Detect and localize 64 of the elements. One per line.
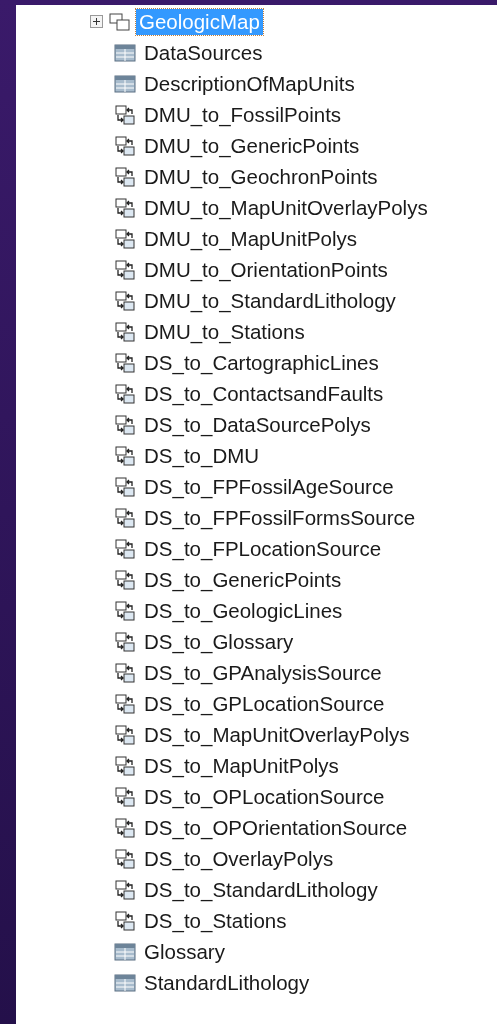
tree-item[interactable]: DMU_to_FossilPoints bbox=[141, 101, 345, 128]
tree-item[interactable]: DS_to_ContactsandFaults bbox=[141, 380, 387, 407]
relationship-icon bbox=[114, 507, 136, 528]
tree-item[interactable]: DMU_to_MapUnitOverlayPolys bbox=[141, 194, 431, 221]
tree-item[interactable]: DescriptionOfMapUnits bbox=[141, 70, 358, 97]
relationship-icon bbox=[114, 414, 136, 435]
tree-item[interactable]: DS_to_GPAnalysisSource bbox=[141, 659, 385, 686]
tree-item[interactable]: DS_to_OPLocationSource bbox=[141, 783, 388, 810]
tree-item[interactable]: DS_to_Glossary bbox=[141, 628, 297, 655]
relationship-icon bbox=[114, 104, 136, 125]
relationship-icon bbox=[114, 786, 136, 807]
relationship-icon bbox=[114, 352, 136, 373]
relationship-icon bbox=[114, 631, 136, 652]
tree-item[interactable]: DS_to_MapUnitPolys bbox=[141, 752, 342, 779]
tree-item[interactable]: DS_to_FPFossilAgeSource bbox=[141, 473, 397, 500]
relationship-icon bbox=[114, 228, 136, 249]
tree-item[interactable]: DMU_to_Stations bbox=[141, 318, 308, 345]
tree-item[interactable]: DS_to_FPLocationSource bbox=[141, 535, 385, 562]
tree-item[interactable]: DS_to_GenericPoints bbox=[141, 566, 345, 593]
tree-item[interactable]: DS_to_FPFossilFormsSource bbox=[141, 504, 419, 531]
relationship-icon bbox=[114, 135, 136, 156]
relationship-icon bbox=[114, 910, 136, 931]
table-icon bbox=[114, 941, 136, 962]
tree-item[interactable]: DMU_to_MapUnitPolys bbox=[141, 225, 361, 252]
tree-item[interactable]: DMU_to_GeochronPoints bbox=[141, 163, 381, 190]
relationship-icon bbox=[114, 476, 136, 497]
relationship-icon bbox=[114, 383, 136, 404]
tree-item[interactable]: DS_to_DataSourcePolys bbox=[141, 411, 374, 438]
relationship-icon bbox=[114, 817, 136, 838]
tree-item[interactable]: DMU_to_OrientationPoints bbox=[141, 256, 391, 283]
relationship-icon bbox=[114, 879, 136, 900]
tree-item[interactable]: DS_to_MapUnitOverlayPolys bbox=[141, 721, 413, 748]
relationship-icon bbox=[114, 321, 136, 342]
tree-item[interactable]: DS_to_CartographicLines bbox=[141, 349, 382, 376]
relationship-icon bbox=[114, 445, 136, 466]
tree-item[interactable]: DS_to_OverlayPolys bbox=[141, 845, 337, 872]
tree-item[interactable]: DS_to_DMU bbox=[141, 442, 263, 469]
tree-item[interactable]: DS_to_GeologicLines bbox=[141, 597, 346, 624]
expand-icon[interactable] bbox=[90, 15, 103, 28]
relationship-icon bbox=[114, 290, 136, 311]
tree-item[interactable]: DMU_to_StandardLithology bbox=[141, 287, 399, 314]
dataset-icon bbox=[109, 11, 131, 32]
tree-item[interactable]: StandardLithology bbox=[141, 969, 313, 996]
relationship-icon bbox=[114, 724, 136, 745]
relationship-icon bbox=[114, 693, 136, 714]
relationship-icon bbox=[114, 569, 136, 590]
tree-item[interactable]: Glossary bbox=[141, 938, 228, 965]
tree-item[interactable]: DS_to_StandardLithology bbox=[141, 876, 381, 903]
tree-item[interactable]: DataSources bbox=[141, 39, 266, 66]
relationship-icon bbox=[114, 662, 136, 683]
table-icon bbox=[114, 73, 136, 94]
table-icon bbox=[114, 42, 136, 63]
relationship-icon bbox=[114, 755, 136, 776]
relationship-icon bbox=[114, 848, 136, 869]
tree-item[interactable]: DS_to_OPOrientationSource bbox=[141, 814, 411, 841]
tree-item[interactable]: DMU_to_GenericPoints bbox=[141, 132, 363, 159]
relationship-icon bbox=[114, 197, 136, 218]
relationship-icon bbox=[114, 538, 136, 559]
tree-item[interactable]: DS_to_GPLocationSource bbox=[141, 690, 388, 717]
relationship-icon bbox=[114, 166, 136, 187]
relationship-icon bbox=[114, 259, 136, 280]
relationship-icon bbox=[114, 600, 136, 621]
tree-item[interactable]: DS_to_Stations bbox=[141, 907, 290, 934]
table-icon bbox=[114, 972, 136, 993]
